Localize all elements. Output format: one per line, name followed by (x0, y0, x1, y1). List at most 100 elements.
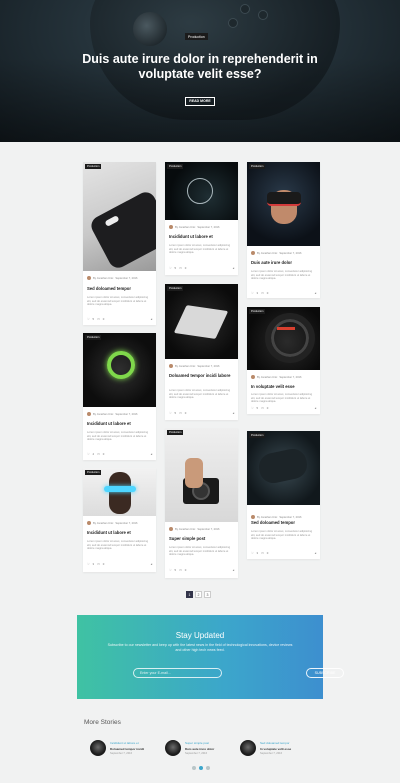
post-card[interactable]: Production By Jonathan Unic September 7, … (247, 307, 320, 414)
post-image-lens[interactable]: Production (247, 307, 320, 370)
post-category-badge[interactable]: Production (167, 286, 184, 291)
comment-icon[interactable]: ▭ (97, 562, 100, 566)
post-author[interactable]: By Jonathan Unic (257, 376, 277, 379)
comment-icon[interactable]: ▭ (179, 411, 182, 415)
share-icon[interactable]: ◂ (233, 568, 234, 572)
post-card[interactable]: Production By Jonathan Unic September 7, … (83, 333, 156, 460)
post-title[interactable]: Incididunt ut labore et (87, 530, 153, 535)
share-icon[interactable]: ◂ (233, 266, 234, 270)
post-title[interactable]: Doloamed tempor incidi labore (169, 373, 235, 378)
carousel-dot[interactable] (192, 766, 196, 770)
post-image-gamepad[interactable]: Production (247, 431, 320, 505)
hero-category-badge[interactable]: Production (185, 33, 208, 40)
post-card[interactable]: Production By Jonathan Unic September 7, … (165, 162, 238, 275)
story-item[interactable]: Incididunt ut labore et Doloamed tempor … (90, 740, 160, 758)
post-image-phone[interactable]: Production (83, 162, 156, 271)
story-item[interactable]: Super simple post Duis aute irure dolor … (165, 740, 235, 758)
post-meta: By Jonathan Unic September 7, 2016 (251, 515, 301, 519)
comment-icon[interactable]: ▭ (261, 406, 264, 410)
post-author[interactable]: By Jonathan Unic (257, 516, 277, 519)
post-category-badge[interactable]: Production (167, 164, 184, 169)
post-author[interactable]: By Jonathan Unic (93, 522, 113, 525)
story-category[interactable]: Incididunt ut labore et (110, 741, 144, 745)
subscribe-button[interactable]: SUBSCRIBE (306, 668, 344, 678)
post-image-cooler[interactable]: Production (83, 333, 156, 407)
post-category-badge[interactable]: Production (167, 430, 184, 435)
comment-icon[interactable]: ▭ (261, 551, 264, 555)
post-category-badge[interactable]: Production (85, 470, 102, 475)
post-title[interactable]: Incididunt ut labore et (169, 234, 235, 239)
story-title[interactable]: In voluptate velit esse (260, 747, 291, 751)
post-author[interactable]: By Jonathan Unic (175, 528, 195, 531)
share-icon[interactable]: ◂ (151, 317, 152, 321)
post-title[interactable]: Super simple post (169, 536, 235, 541)
post-category-badge[interactable]: Production (249, 433, 266, 438)
post-title[interactable]: Sed doloamed tempor (87, 286, 153, 291)
post-author[interactable]: By Jonathan Unic (175, 365, 195, 368)
story-thumbnail[interactable] (90, 740, 106, 756)
heart-icon[interactable]: ♡ (169, 568, 172, 572)
comment-icon[interactable]: ▭ (179, 568, 182, 572)
post-author[interactable]: By Jonathan Unic (93, 413, 113, 416)
post-footer: ♡ 3 ▭ 0 ◂ (251, 291, 316, 295)
heart-icon[interactable]: ♡ (87, 452, 90, 456)
story-category[interactable]: Sed doloamed tempor (260, 741, 291, 745)
comment-icon[interactable]: ▭ (179, 266, 182, 270)
hero-title[interactable]: Duis aute irure dolor in reprehenderit i… (60, 52, 340, 82)
heart-icon[interactable]: ♡ (169, 411, 172, 415)
comment-icon[interactable]: ▭ (97, 317, 100, 321)
post-date: September 7, 2016 (197, 364, 220, 368)
story-title[interactable]: Duis aute irure dolor (185, 747, 214, 751)
post-card[interactable]: Production By Jonathan Unic September 7, … (247, 431, 320, 559)
heart-icon[interactable]: ♡ (87, 317, 90, 321)
post-category-badge[interactable]: Production (85, 335, 102, 340)
post-author[interactable]: By Jonathan Unic (257, 252, 277, 255)
post-meta: By Jonathan Unic September 7, 2016 (87, 276, 137, 280)
heart-icon[interactable]: ♡ (87, 562, 90, 566)
post-image-watch[interactable]: Production (165, 162, 238, 220)
story-category[interactable]: Super simple post (185, 741, 214, 745)
comment-icon[interactable]: ▭ (261, 291, 264, 295)
story-item[interactable]: Sed doloamed tempor In voluptate velit e… (240, 740, 310, 758)
post-author[interactable]: By Jonathan Unic (93, 277, 113, 280)
comment-icon[interactable]: ▭ (97, 452, 100, 456)
share-icon[interactable]: ◂ (151, 562, 152, 566)
post-author[interactable]: By Jonathan Unic (175, 226, 195, 229)
share-icon[interactable]: ◂ (151, 452, 152, 456)
page-button-3[interactable]: 3 (204, 591, 211, 598)
heart-icon[interactable]: ♡ (169, 266, 172, 270)
story-title[interactable]: Doloamed tempor incidi (110, 747, 144, 751)
share-icon[interactable]: ◂ (233, 411, 234, 415)
carousel-dot-active[interactable] (199, 766, 203, 770)
post-category-badge[interactable]: Production (249, 309, 266, 314)
post-image-glasses[interactable]: Production (83, 468, 156, 516)
carousel-dot[interactable] (206, 766, 210, 770)
story-thumbnail[interactable] (165, 740, 181, 756)
page-button-2[interactable]: 2 (195, 591, 202, 598)
post-card[interactable]: Production By Jonathan Unic September 7, … (83, 468, 156, 572)
post-image-camera[interactable]: Production (165, 428, 238, 522)
heart-icon[interactable]: ♡ (251, 406, 254, 410)
share-icon[interactable]: ◂ (315, 551, 316, 555)
share-icon[interactable]: ◂ (315, 406, 316, 410)
post-title[interactable]: Incididunt ut labore et (87, 421, 153, 426)
email-field[interactable]: Enter your E-mail... (133, 668, 222, 678)
post-category-badge[interactable]: Production (85, 164, 102, 169)
post-card[interactable]: Production By Jonathan Unic September 7, … (165, 284, 238, 420)
read-more-button[interactable]: READ MORE (185, 97, 215, 106)
post-title[interactable]: In voluptate velit esse (251, 384, 317, 389)
heart-icon[interactable]: ♡ (251, 291, 254, 295)
post-title[interactable]: Duis aute irure dolor (251, 260, 317, 265)
heart-icon[interactable]: ♡ (251, 551, 254, 555)
page-button-1[interactable]: 1 (186, 591, 193, 598)
post-title[interactable]: Sed doloamed tempor (251, 520, 317, 525)
post-image-vr[interactable]: Production (247, 162, 320, 246)
post-card[interactable]: Production By Jonathan Unic September 7, … (83, 162, 156, 325)
post-image-laptop[interactable]: Production (165, 284, 238, 359)
post-date: September 7, 2016 (279, 375, 302, 379)
post-card[interactable]: Production By Jonathan Unic September 7, … (247, 162, 320, 298)
post-category-badge[interactable]: Production (249, 164, 266, 169)
post-card[interactable]: Production By Jonathan Unic September 7, … (165, 428, 238, 578)
story-thumbnail[interactable] (240, 740, 256, 756)
share-icon[interactable]: ◂ (315, 291, 316, 295)
